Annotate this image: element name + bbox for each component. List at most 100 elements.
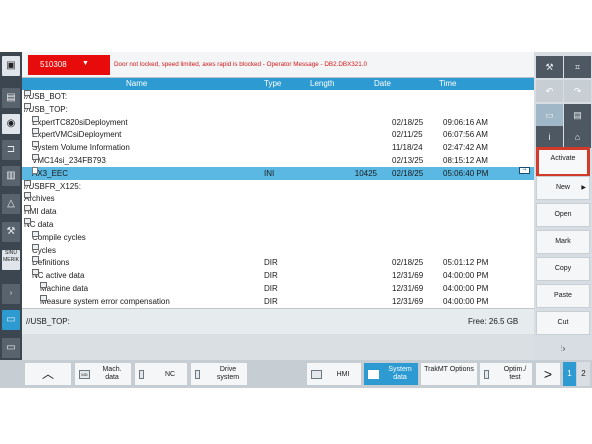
optim-test-label: Optim./ test: [503, 366, 527, 381]
up-button[interactable]: ︿: [24, 362, 72, 386]
camera-icon[interactable]: ⌂: [564, 126, 591, 148]
edit-icon[interactable]: ▤: [2, 88, 20, 108]
row-date: 02/18/25: [392, 117, 424, 127]
tool-icon[interactable]: ▥: [2, 166, 20, 186]
row-date: 02/11/25: [392, 130, 423, 140]
wrench-icon[interactable]: ⚒: [536, 56, 563, 78]
table-row[interactable]: - NC data: [22, 218, 534, 231]
system-data-button[interactable]: System data: [363, 362, 419, 386]
expand-icon[interactable]: ›: [2, 284, 20, 304]
table-row[interactable]: -//USB_TOP:: [22, 102, 534, 116]
nc-button[interactable]: NC: [134, 362, 188, 386]
header-length[interactable]: Length: [310, 78, 334, 90]
cut-button[interactable]: Cut: [536, 311, 590, 335]
row-date: 12/31/69: [392, 284, 424, 293]
grid-icon[interactable]: ⌗: [564, 56, 591, 78]
left-toolbar: ▣ ▤ ◉ ⊐ ▥ △ ⚒ SINU MERIK › ▭ ▭ ▭: [0, 52, 22, 388]
header-time[interactable]: Time: [439, 78, 456, 90]
table-row[interactable]: + ExpertTC820siDeployment 02/18/25 09:06:16…: [22, 115, 534, 129]
paste-label: Paste: [554, 292, 572, 299]
table-row[interactable]: +//USBFR_X125:: [22, 179, 534, 193]
row-name: + Definitions: [32, 256, 69, 269]
hmi-label: HMI: [336, 371, 350, 378]
program-icon[interactable]: ⊐: [2, 140, 20, 160]
row-name: - Measure system error compensation: [40, 294, 170, 308]
settings-icon[interactable]: ◉: [2, 114, 20, 134]
machine-icon[interactable]: ▣: [2, 56, 20, 76]
trakmt-options-button[interactable]: TrakMT Options: [420, 362, 478, 386]
header-name[interactable]: Name: [126, 78, 147, 90]
mark-label: Mark: [555, 238, 571, 245]
row-date: 12/31/69: [392, 271, 424, 281]
view-icon[interactable]: ▭: [536, 104, 563, 126]
table-row[interactable]: - NC active data DIR 12/31/69 04:00:00 PM: [22, 269, 534, 282]
row-name: +//USB_BOT:: [24, 90, 67, 103]
open-button[interactable]: Open: [536, 203, 590, 227]
layout-icon[interactable]: ▤: [564, 104, 591, 126]
row-time: 05:06:40 PM: [443, 168, 489, 178]
row-name: - NC active data: [32, 269, 84, 282]
folder-icon: [32, 154, 39, 160]
folder-icon: [24, 218, 31, 224]
nc-icon: [139, 370, 144, 379]
table-row[interactable]: + Compile cycles: [22, 230, 534, 244]
mach-data-label: Mach. data: [102, 366, 122, 381]
row-type: DIR: [264, 296, 278, 306]
wrench-icon[interactable]: ⚒: [2, 222, 20, 242]
table-row[interactable]: + System Volume Information 11/18/24 02:47:…: [22, 141, 534, 154]
row-time: 04:00:00 PM: [443, 271, 489, 281]
header-type[interactable]: Type: [264, 78, 281, 90]
paste-button[interactable]: Paste: [536, 284, 590, 308]
up-label: ︿: [41, 367, 54, 381]
table-row[interactable]: + Machine data DIR 12/31/69 04:00:00 PM: [22, 282, 534, 295]
table-row[interactable]: + HMI data: [22, 205, 534, 218]
row-date: 11/18/24: [392, 143, 423, 153]
new-label: New: [555, 184, 570, 191]
warning-icon[interactable]: △: [2, 194, 20, 214]
hmi-button[interactable]: HMI: [306, 362, 362, 386]
row-name-text: Compile cycles: [32, 232, 86, 242]
page-1-button[interactable]: 1: [563, 362, 576, 386]
mach-data-button[interactable]: MD Mach. data: [74, 362, 132, 386]
row-name-text: VMC14si_234FB793: [32, 156, 106, 165]
optim-test-button[interactable]: Optim./ test: [479, 362, 533, 386]
new-button[interactable]: New ▶: [536, 176, 590, 200]
chevron-right-icon: ▶: [581, 185, 586, 191]
info-icon[interactable]: i: [536, 126, 563, 148]
row-name-text: //USBFR_X125:: [24, 181, 81, 191]
row-name: - NC data: [24, 218, 53, 231]
drive-system-button[interactable]: Drive system: [190, 362, 248, 386]
activate-button[interactable]: Activate: [536, 147, 590, 177]
sinumerik-icon[interactable]: SINU MERIK: [2, 250, 20, 270]
mark-button[interactable]: Mark: [536, 230, 590, 254]
row-type: DIR: [264, 284, 278, 293]
table-row[interactable]: +//USB_BOT:: [22, 90, 534, 103]
trakmt-options-label: TrakMT Options: [424, 366, 474, 373]
table-row[interactable]: AX3_EEC INI 10425 02/18/25 05:06:40 PM ⇒: [22, 166, 534, 180]
table-row[interactable]: + Definitions DIR 02/18/25 05:01:12 PM: [22, 256, 534, 269]
alarm-message: Door not locked, speed limited, axes rap…: [114, 61, 368, 68]
row-time: 04:00:00 PM: [443, 296, 489, 306]
header-date[interactable]: Date: [374, 78, 391, 90]
table-row[interactable]: + VMC14si_234FB793 02/13/25 08:15:12 AM: [22, 154, 534, 167]
md-icon: MD: [79, 370, 90, 379]
page-2-button[interactable]: 2: [577, 362, 590, 386]
more-icon[interactable]: ⫶›: [536, 338, 590, 362]
folder-icon: [24, 192, 31, 199]
window-icon[interactable]: ▭: [2, 310, 20, 330]
cut-label: Cut: [557, 319, 569, 326]
next-button[interactable]: >: [535, 362, 561, 386]
table-row[interactable]: + ExpertVMCsiDeployment 02/11/25 06:07:56 A…: [22, 128, 534, 141]
row-name: + VMC14si_234FB793: [32, 154, 106, 167]
row-name: + System Volume Information: [32, 141, 130, 154]
table-row[interactable]: + Cycles: [22, 243, 534, 257]
alarm-id-badge[interactable]: 510308 ▼: [28, 55, 110, 75]
row-date: 02/18/25: [392, 258, 424, 268]
open-label: Open: [554, 211, 572, 218]
row-name: + ExpertVMCsiDeployment: [32, 128, 121, 141]
table-row[interactable]: + Archives: [22, 192, 534, 205]
table-row[interactable]: - Measure system error compensation DIR 12/…: [22, 294, 534, 308]
copy-button[interactable]: Copy: [536, 257, 590, 281]
window-icon-2[interactable]: ▭: [2, 338, 20, 358]
folder-icon: [24, 102, 31, 109]
